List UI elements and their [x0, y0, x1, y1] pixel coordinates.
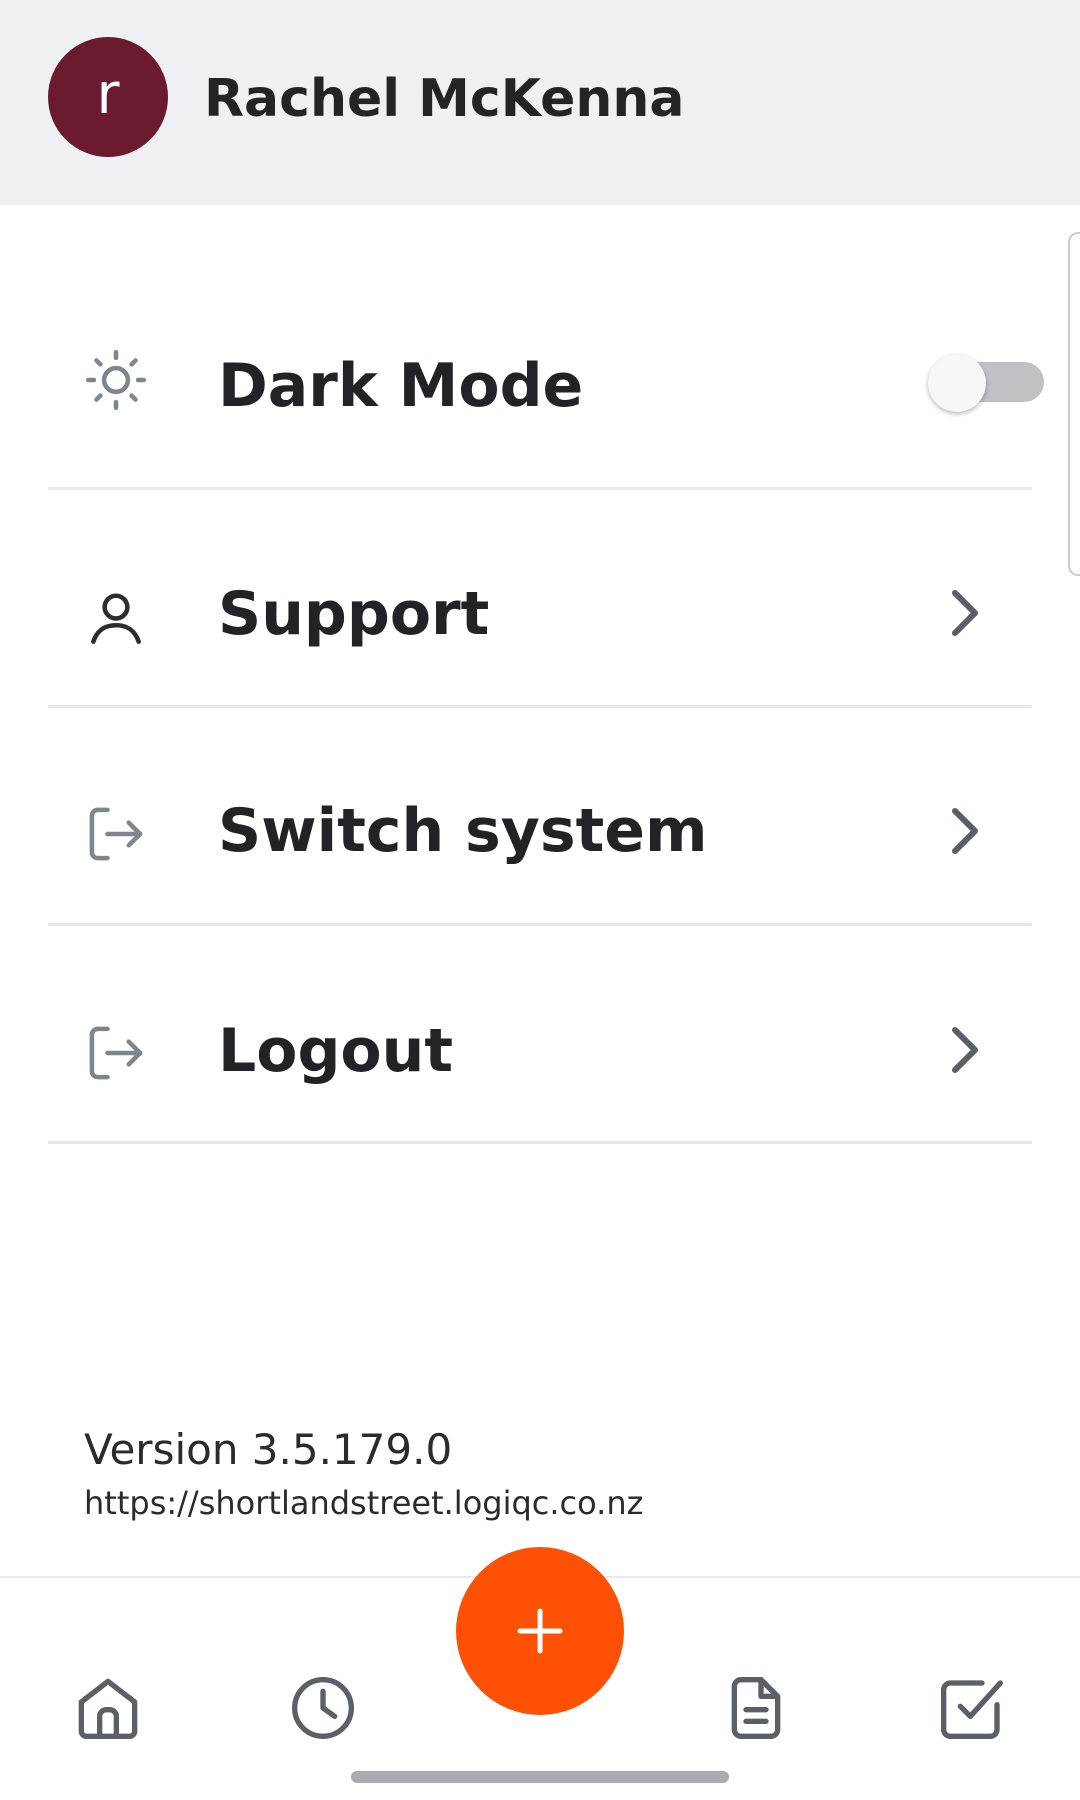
menu-item-label: Logout	[218, 1016, 454, 1086]
avatar-initial: r	[96, 62, 120, 127]
menu-item-logout[interactable]: Logout	[48, 926, 1032, 1144]
menu-item-label: Support	[218, 579, 490, 649]
chevron-right-icon	[943, 805, 987, 857]
profile-header: r Rachel McKenna	[0, 0, 1080, 205]
menu-item-support[interactable]: Support	[48, 490, 1032, 708]
chevron-right-icon	[943, 1024, 987, 1076]
user-name: Rachel McKenna	[204, 69, 685, 129]
scroll-indicator[interactable]	[1068, 232, 1080, 576]
menu-item-dark-mode[interactable]: Dark Mode	[48, 230, 1044, 490]
home-indicator[interactable]	[351, 1771, 729, 1783]
chevron-right-icon	[943, 587, 987, 639]
checkbox-icon[interactable]	[932, 1668, 1012, 1748]
plus-icon	[517, 1608, 563, 1654]
app-version: Version 3.5.179.0	[84, 1425, 453, 1474]
system-url: https://shortlandstreet.logiqc.co.nz	[84, 1484, 644, 1522]
avatar[interactable]: r	[48, 37, 168, 157]
user-icon	[82, 585, 150, 653]
toggle-thumb	[928, 354, 986, 412]
exit-arrow-icon	[82, 800, 150, 868]
home-icon[interactable]	[68, 1668, 148, 1748]
add-button[interactable]	[456, 1547, 624, 1715]
sun-icon	[82, 346, 150, 414]
menu-item-label: Dark Mode	[218, 351, 584, 421]
exit-arrow-icon	[82, 1019, 150, 1087]
clock-icon[interactable]	[283, 1668, 363, 1748]
document-icon[interactable]	[716, 1668, 796, 1748]
dark-mode-toggle[interactable]	[928, 345, 1046, 415]
menu-item-label: Switch system	[218, 796, 708, 866]
menu-item-switch-system[interactable]: Switch system	[48, 708, 1032, 926]
